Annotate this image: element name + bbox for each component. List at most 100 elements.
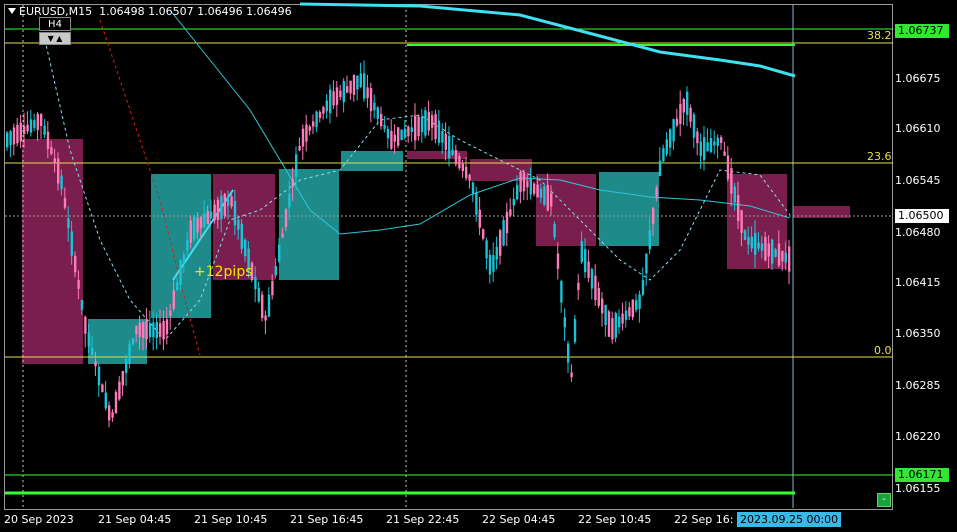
candle-body <box>614 312 617 338</box>
candle-body <box>764 236 767 261</box>
candle-body <box>84 316 87 334</box>
candle-body <box>9 131 12 145</box>
timeframe-badge[interactable]: H4 <box>39 17 71 31</box>
candle-body <box>322 107 325 114</box>
candle-body <box>233 200 237 226</box>
candle-body <box>383 124 386 129</box>
candle-body <box>257 287 260 302</box>
candle-body <box>43 125 46 135</box>
candle-body <box>699 141 702 156</box>
candle-body <box>424 110 427 136</box>
candle-body <box>138 323 141 337</box>
candle-body <box>624 310 628 320</box>
candle-body <box>223 193 226 216</box>
candle-body <box>94 361 97 367</box>
candle-body <box>91 348 94 355</box>
candle-body <box>672 119 675 142</box>
candle-body <box>33 120 36 128</box>
time-label: 22 Sep 04:45 <box>482 513 556 526</box>
candle-body <box>713 141 716 146</box>
candle-body <box>553 223 556 238</box>
candle-body <box>686 91 689 115</box>
chart-plot-area[interactable] <box>0 0 957 532</box>
candle-body <box>580 241 583 263</box>
candle-body <box>40 114 43 126</box>
candle-body <box>189 220 192 243</box>
candle-body <box>70 231 73 256</box>
candle-body <box>227 198 230 206</box>
candle-body <box>237 219 240 230</box>
candle-body <box>560 281 563 303</box>
price-label: 1.06480 <box>895 226 941 239</box>
candle-body <box>427 111 430 131</box>
fibo-label-236: 23.6 <box>867 150 892 163</box>
htf-candle <box>22 139 83 364</box>
candle-body <box>655 187 658 197</box>
trading-chart-window[interactable]: EURUSD,M15 1.06498 1.06507 1.06496 1.064… <box>0 0 957 532</box>
candle-body <box>604 304 607 326</box>
candle-body <box>53 158 56 164</box>
candle-body <box>77 280 80 289</box>
candle-body <box>101 384 104 393</box>
timeframe-arrow-buttons[interactable]: ▼ ▲ <box>39 32 71 45</box>
candle-body <box>584 249 587 273</box>
candle-body <box>179 259 182 285</box>
candle-body <box>339 90 342 98</box>
candle-body <box>380 113 383 127</box>
candle-body <box>662 148 665 162</box>
candle-body <box>210 211 213 219</box>
candle-body <box>104 392 107 409</box>
candle-body <box>743 230 747 240</box>
candle-body <box>162 320 165 340</box>
candle-body <box>298 146 301 151</box>
candle-body <box>709 138 713 153</box>
candle-body <box>57 158 60 184</box>
candle-body <box>349 80 352 94</box>
fibo-label-382: 38.2 <box>867 29 892 42</box>
fibo-label-0: 0.0 <box>874 344 892 357</box>
candle-body <box>533 183 536 194</box>
candle-body <box>621 313 624 324</box>
candle-body <box>152 322 155 338</box>
candle-body <box>635 300 638 310</box>
candle-body <box>509 209 512 216</box>
candle-body <box>519 171 522 192</box>
candle-body <box>19 122 22 142</box>
candle-body <box>648 230 651 250</box>
price-label: 1.06545 <box>895 174 941 187</box>
candle-body <box>638 294 641 309</box>
collapse-panel-button[interactable]: - <box>877 493 891 507</box>
candle-body <box>325 100 328 112</box>
time-label: 21 Sep 10:45 <box>194 513 268 526</box>
candle-body <box>577 282 580 290</box>
candle-body <box>720 137 723 143</box>
price-tag-top: 1.06737 <box>895 24 949 38</box>
candle-body <box>431 115 434 128</box>
time-label: 20 Sep 2023 <box>4 513 74 526</box>
candle-body <box>536 184 539 198</box>
candle-body <box>414 115 417 141</box>
candle-body <box>465 166 468 179</box>
candle-body <box>23 126 26 134</box>
time-label: 22 Sep 16: <box>674 513 734 526</box>
candle-body <box>784 252 787 263</box>
candle-body <box>458 156 461 169</box>
candle-body <box>16 124 19 144</box>
candle-body <box>451 149 454 155</box>
htf-candle <box>341 151 403 171</box>
candle-body <box>264 315 267 321</box>
candle-body <box>97 366 101 386</box>
candle-body <box>499 230 502 256</box>
candle-body <box>284 209 288 227</box>
time-label: 21 Sep 16:45 <box>290 513 364 526</box>
candle-body <box>539 188 543 198</box>
candle-body <box>441 131 444 143</box>
collapse-triangle-icon[interactable] <box>8 8 16 14</box>
candle-body <box>199 217 203 229</box>
candle-body <box>291 179 294 188</box>
candle-body <box>220 195 223 220</box>
candle-body <box>492 255 495 272</box>
candle-body <box>131 338 135 345</box>
candle-body <box>468 174 471 181</box>
htf-candle <box>407 151 467 159</box>
